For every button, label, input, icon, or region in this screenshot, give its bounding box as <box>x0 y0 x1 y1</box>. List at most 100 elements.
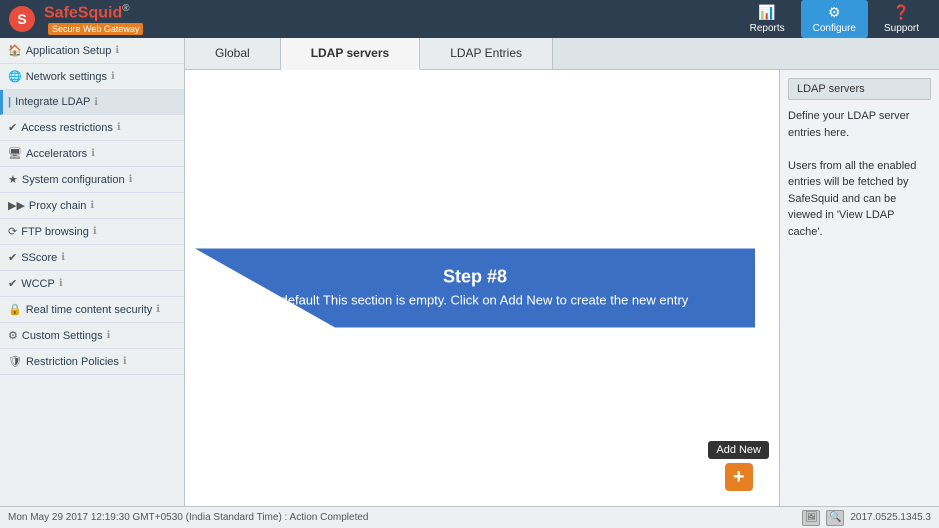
sidebar-label: Custom Settings <box>22 330 103 342</box>
reports-button[interactable]: 📊 Reports <box>738 0 797 38</box>
sidebar-label: Restriction Policies <box>26 356 119 368</box>
right-panel-define: Define your LDAP server entries here. <box>788 110 909 139</box>
sidebar-item-restriction-policies[interactable]: 🛡 Restriction Policies ℹ <box>0 349 184 375</box>
right-panel-title: LDAP servers <box>788 78 931 100</box>
sidebar-label: Network settings <box>26 71 107 83</box>
logo-tagline: Secure Web Gateway <box>48 23 143 35</box>
tab-global-label: Global <box>215 46 250 60</box>
sidebar-label: Access restrictions <box>21 122 113 134</box>
statusbar-version: 2017.0525.1345.3 <box>850 512 931 523</box>
statusbar-left: Mon May 29 2017 12:19:30 GMT+0530 (India… <box>8 512 368 523</box>
support-button[interactable]: ❓ Support <box>872 0 931 38</box>
logo-area: S SafeSquid® Secure Web Gateway <box>8 3 143 34</box>
star-icon: ★ <box>8 173 18 186</box>
info-icon: ℹ <box>61 252 65 263</box>
header: S SafeSquid® Secure Web Gateway 📊 Report… <box>0 0 939 38</box>
info-icon: ℹ <box>59 278 63 289</box>
sidebar-item-accelerators[interactable]: 🖥 Accelerators ℹ <box>0 141 184 167</box>
reports-icon: 📊 <box>758 4 775 21</box>
support-icon: ❓ <box>893 4 910 21</box>
shield-icon: 🛡 <box>8 355 22 368</box>
info-icon: ℹ <box>115 45 119 56</box>
plus-icon: + <box>733 466 745 489</box>
tab-global[interactable]: Global <box>185 38 281 69</box>
logo-text: SafeSquid® <box>44 3 143 22</box>
configure-label: Configure <box>813 23 856 34</box>
logo-icon: S <box>8 5 36 33</box>
sidebar-item-sscore[interactable]: ✔ SScore ℹ <box>0 245 184 271</box>
svg-text:S: S <box>17 11 26 27</box>
sidebar-item-system-config[interactable]: ★ System configuration ℹ <box>0 167 184 193</box>
statusbar-right: 🖼 🔍 2017.0525.1345.3 <box>802 510 931 526</box>
right-panel-info: Users from all the enabled entries will … <box>788 160 916 238</box>
info-icon: ℹ <box>91 148 95 159</box>
logo-reg: ® <box>122 3 129 14</box>
ldap-icon: | <box>8 96 11 108</box>
ftp-icon: ⟳ <box>8 225 17 238</box>
sidebar-item-ftp-browsing[interactable]: ⟳ FTP browsing ℹ <box>0 219 184 245</box>
sidebar-item-access-restrictions[interactable]: ✔ Access restrictions ℹ <box>0 115 184 141</box>
reports-label: Reports <box>750 23 785 34</box>
monitor-icon: 🖥 <box>8 147 22 160</box>
home-icon: 🏠 <box>8 44 22 57</box>
info-icon: ℹ <box>129 174 133 185</box>
step-number: Step #8 <box>225 267 725 288</box>
sidebar-label: Proxy chain <box>29 200 86 212</box>
sidebar-item-realtime-security[interactable]: 🔒 Real time content security ℹ <box>0 297 184 323</box>
configure-button[interactable]: ⚙ Configure <box>801 0 868 38</box>
add-new-button[interactable]: + <box>725 463 753 491</box>
configure-icon: ⚙ <box>828 4 841 21</box>
info-icon: ℹ <box>90 200 94 211</box>
sidebar-label: Integrate LDAP <box>15 96 90 108</box>
sidebar-label: FTP browsing <box>21 226 89 238</box>
info-icon: ℹ <box>123 356 127 367</box>
tab-ldap-entries[interactable]: LDAP Entries <box>420 38 553 69</box>
lock-icon: 🔒 <box>8 303 22 316</box>
center-panel: Step #8 By default This section is empty… <box>185 70 779 506</box>
tabs-bar: Global LDAP servers LDAP Entries <box>185 38 939 70</box>
info-icon: ℹ <box>93 226 97 237</box>
arrow-icon: ▶▶ <box>8 199 25 212</box>
check-icon: ✔ <box>8 121 17 134</box>
step-description: By default This section is empty. Click … <box>262 293 689 308</box>
sidebar-label: Accelerators <box>26 148 87 160</box>
support-label: Support <box>884 23 919 34</box>
tab-ldap-entries-label: LDAP Entries <box>450 46 522 60</box>
check3-icon: ✔ <box>8 277 17 290</box>
sidebar-item-app-setup[interactable]: 🏠 Application Setup ℹ <box>0 38 184 64</box>
sidebar-item-custom-settings[interactable]: ⚙ Custom Settings ℹ <box>0 323 184 349</box>
sidebar-item-network-settings[interactable]: 🌐 Network settings ℹ <box>0 64 184 90</box>
network-icon: 🌐 <box>8 70 22 83</box>
gear2-icon: ⚙ <box>8 329 18 342</box>
content-area: Global LDAP servers LDAP Entries Step #8… <box>185 38 939 506</box>
info-icon: ℹ <box>107 330 111 341</box>
sidebar-label: System configuration <box>22 174 125 186</box>
info-icon: ℹ <box>94 97 98 108</box>
sidebar-label: WCCP <box>21 278 55 290</box>
main-layout: 🏠 Application Setup ℹ 🌐 Network settings… <box>0 38 939 506</box>
statusbar-icon2[interactable]: 🔍 <box>826 510 844 526</box>
sidebar-item-wccp[interactable]: ✔ WCCP ℹ <box>0 271 184 297</box>
right-panel-text: Define your LDAP server entries here. Us… <box>788 108 931 240</box>
sidebar-item-integrate-ldap[interactable]: | Integrate LDAP ℹ <box>0 90 184 115</box>
add-new-label: Add New <box>708 441 769 459</box>
tab-ldap-servers[interactable]: LDAP servers <box>281 38 421 70</box>
sidebar-label: Real time content security <box>26 304 153 316</box>
sidebar-label: SScore <box>21 252 57 264</box>
sidebar: 🏠 Application Setup ℹ 🌐 Network settings… <box>0 38 185 506</box>
info-icon: ℹ <box>111 71 115 82</box>
statusbar-icon1[interactable]: 🖼 <box>802 510 820 526</box>
check2-icon: ✔ <box>8 251 17 264</box>
step-tooltip: Step #8 By default This section is empty… <box>195 249 755 328</box>
header-nav: 📊 Reports ⚙ Configure ❓ Support <box>738 0 931 38</box>
statusbar: Mon May 29 2017 12:19:30 GMT+0530 (India… <box>0 506 939 528</box>
info-icon: ℹ <box>117 122 121 133</box>
sidebar-label: Application Setup <box>26 45 112 57</box>
tab-ldap-servers-label: LDAP servers <box>311 46 390 60</box>
info-icon: ℹ <box>156 304 160 315</box>
right-panel: LDAP servers Define your LDAP server ent… <box>779 70 939 506</box>
main-content: Step #8 By default This section is empty… <box>185 70 939 506</box>
add-new-container: Add New + <box>708 441 769 491</box>
sidebar-item-proxy-chain[interactable]: ▶▶ Proxy chain ℹ <box>0 193 184 219</box>
logo-name: SafeSquid <box>44 5 122 22</box>
